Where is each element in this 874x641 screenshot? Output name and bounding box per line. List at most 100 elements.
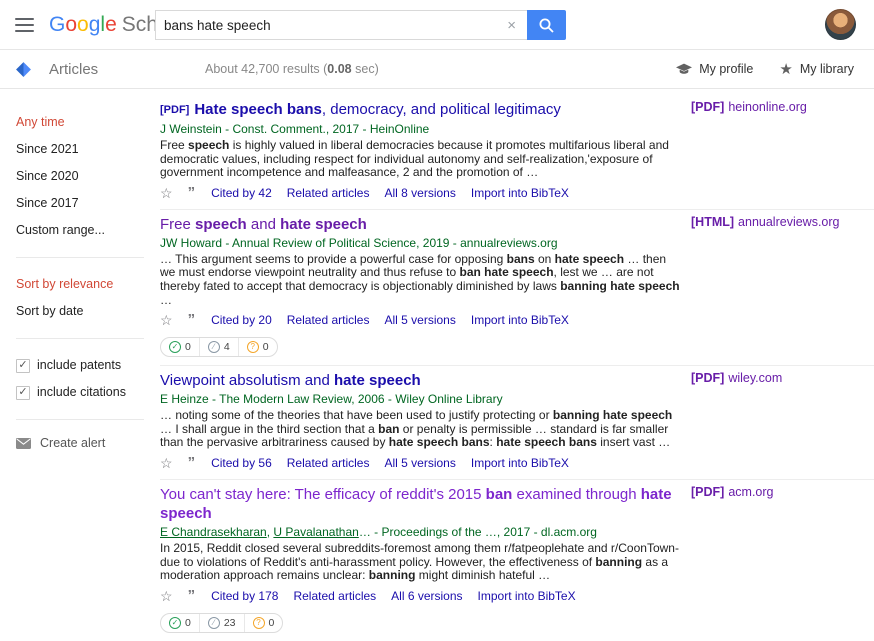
- graduation-cap-icon: [676, 63, 692, 75]
- results-toolbar: Articles About 42,700 results (0.08 sec)…: [0, 50, 874, 89]
- result-title-link[interactable]: You can't stay here: The efficacy of red…: [160, 485, 684, 523]
- checkbox-icon: ✓: [16, 386, 30, 400]
- text-segment: … This argument seems to provide a power…: [160, 252, 507, 266]
- text-segment: , democracy, and political legitimacy: [322, 101, 561, 118]
- supporting-icon: ✓: [169, 617, 181, 629]
- text-segment: Viewpoint absolutism and: [160, 372, 334, 389]
- sidebar-item-since-2020[interactable]: Since 2020: [16, 163, 160, 190]
- save-star-icon[interactable]: ☆: [160, 312, 173, 328]
- side-fulltext-link[interactable]: [PDF] wiley.com: [691, 371, 782, 471]
- my-library-button[interactable]: ★ My library: [779, 62, 854, 77]
- side-fulltext-link[interactable]: [HTML]annualreviews.org: [691, 215, 840, 357]
- sidebar-item-custom-range-[interactable]: Custom range...: [16, 217, 160, 244]
- text-segment: J Weinstein - Const. Comment., 2017 - He…: [160, 122, 429, 136]
- result-main: Viewpoint absolutism and hate speech E He…: [160, 371, 684, 471]
- create-alert-button[interactable]: Create alert: [16, 433, 160, 453]
- result-title-link[interactable]: [PDF]Hate speech bans, democracy, and po…: [160, 100, 684, 120]
- text-segment: insert vast …: [597, 435, 670, 449]
- cited-by-link[interactable]: Cited by 42: [211, 185, 272, 201]
- section-label-articles: Articles: [49, 61, 98, 78]
- checkbox-label: include patents: [37, 352, 121, 379]
- author-link[interactable]: E Chandrasekharan: [160, 525, 267, 539]
- related-articles-link[interactable]: Related articles: [287, 312, 370, 328]
- author-link[interactable]: U Pavalanathan: [273, 525, 358, 539]
- badge-mentioning[interactable]: ∕23: [199, 614, 244, 632]
- checkbox-include-patents[interactable]: ✓include patents: [16, 352, 160, 379]
- text-segment: Free: [160, 216, 195, 233]
- side-domain: heinonline.org: [728, 100, 807, 114]
- sidebar-item-sort-by-date[interactable]: Sort by date: [16, 298, 160, 325]
- text-segment: might diminish hateful …: [415, 568, 550, 582]
- sidebar-item-any-time[interactable]: Any time: [16, 109, 160, 136]
- sidebar-item-since-2021[interactable]: Since 2021: [16, 136, 160, 163]
- cite-quote-icon[interactable]: ”: [188, 185, 197, 201]
- cite-quote-icon[interactable]: ”: [188, 312, 197, 328]
- badge-supporting-count: 0: [185, 341, 191, 353]
- clear-search-icon[interactable]: ×: [496, 17, 527, 34]
- side-fulltext-link[interactable]: [PDF] heinonline.org: [691, 100, 807, 201]
- import-bibtex-link[interactable]: Import into BibTeX: [471, 455, 569, 471]
- result-title-link[interactable]: Free speech and hate speech: [160, 215, 684, 234]
- text-segment: examined through: [512, 486, 640, 503]
- text-segment: Hate speech bans: [194, 101, 322, 118]
- text-segment: You can't stay here: The efficacy of red…: [160, 486, 486, 503]
- text-segment: JW Howard - Annual Review of Political S…: [160, 236, 558, 250]
- result-main: Free speech and hate speech JW Howard - A…: [160, 215, 684, 357]
- related-articles-link[interactable]: Related articles: [287, 185, 370, 201]
- badge-supporting[interactable]: ✓0: [161, 338, 199, 356]
- text-segment: E Heinze - The Modern Law Review, 2006 -…: [160, 392, 503, 406]
- side-filetype-tag: [PDF]: [691, 371, 724, 385]
- logo-letter: e: [105, 13, 117, 36]
- result-main: You can't stay here: The efficacy of red…: [160, 485, 684, 633]
- badge-supporting-count: 0: [185, 617, 191, 629]
- search-button[interactable]: [527, 10, 566, 40]
- result-snippet: … This argument seems to provide a power…: [160, 253, 684, 307]
- side-filetype-tag: [PDF]: [691, 485, 724, 499]
- cite-quote-icon[interactable]: ”: [188, 588, 197, 604]
- search-input[interactable]: [156, 18, 496, 33]
- my-profile-button[interactable]: My profile: [676, 62, 753, 76]
- badge-mentioning[interactable]: ∕4: [199, 338, 238, 356]
- result-actions: ☆ ” Cited by 42 Related articles All 8 versi…: [160, 185, 684, 201]
- save-star-icon[interactable]: ☆: [160, 588, 173, 604]
- hamburger-menu-icon[interactable]: [15, 14, 34, 36]
- all-versions-link[interactable]: All 6 versions: [391, 588, 462, 604]
- result-byline: JW Howard - Annual Review of Political S…: [160, 236, 684, 251]
- cited-by-link[interactable]: Cited by 56: [211, 455, 272, 471]
- side-filetype-tag: [PDF]: [691, 100, 724, 114]
- scholar-diamond-icon[interactable]: [15, 61, 32, 78]
- import-bibtex-link[interactable]: Import into BibTeX: [471, 312, 569, 328]
- save-star-icon[interactable]: ☆: [160, 185, 173, 201]
- badge-contrasting[interactable]: ?0: [244, 614, 283, 632]
- result-snippet: Free speech is highly valued in liberal …: [160, 139, 684, 180]
- side-fulltext-link[interactable]: [PDF]acm.org: [691, 485, 773, 633]
- result-actions: ☆ ” Cited by 20 Related articles All 5 versi…: [160, 312, 684, 328]
- checkbox-include-citations[interactable]: ✓include citations: [16, 379, 160, 406]
- sidebar-item-since-2017[interactable]: Since 2017: [16, 190, 160, 217]
- text-segment: ban hate speech: [460, 265, 554, 279]
- cited-by-link[interactable]: Cited by 20: [211, 312, 272, 328]
- side-domain: wiley.com: [728, 371, 782, 385]
- sidebar-divider: [16, 338, 144, 339]
- import-bibtex-link[interactable]: Import into BibTeX: [478, 588, 576, 604]
- all-versions-link[interactable]: All 8 versions: [384, 185, 455, 201]
- star-icon: ★: [779, 62, 792, 77]
- cite-quote-icon[interactable]: ”: [188, 455, 197, 471]
- sidebar-item-sort-by-relevance[interactable]: Sort by relevance: [16, 271, 160, 298]
- related-articles-link[interactable]: Related articles: [287, 455, 370, 471]
- user-avatar[interactable]: [825, 9, 856, 40]
- all-versions-link[interactable]: All 5 versions: [384, 455, 455, 471]
- badge-contrasting[interactable]: ?0: [238, 338, 277, 356]
- cited-by-link[interactable]: Cited by 178: [211, 588, 278, 604]
- import-bibtex-link[interactable]: Import into BibTeX: [471, 185, 569, 201]
- text-segment: hate speech bans: [496, 435, 597, 449]
- badge-supporting[interactable]: ✓0: [161, 614, 199, 632]
- save-star-icon[interactable]: ☆: [160, 455, 173, 471]
- related-articles-link[interactable]: Related articles: [293, 588, 376, 604]
- logo-letter: o: [77, 13, 89, 36]
- all-versions-link[interactable]: All 5 versions: [384, 312, 455, 328]
- text-segment: … noting some of the theories that have …: [160, 408, 553, 422]
- text-segment: speech: [195, 216, 247, 233]
- text-segment: … I shall argue in the third section tha…: [160, 422, 378, 436]
- result-title-link[interactable]: Viewpoint absolutism and hate speech: [160, 371, 684, 390]
